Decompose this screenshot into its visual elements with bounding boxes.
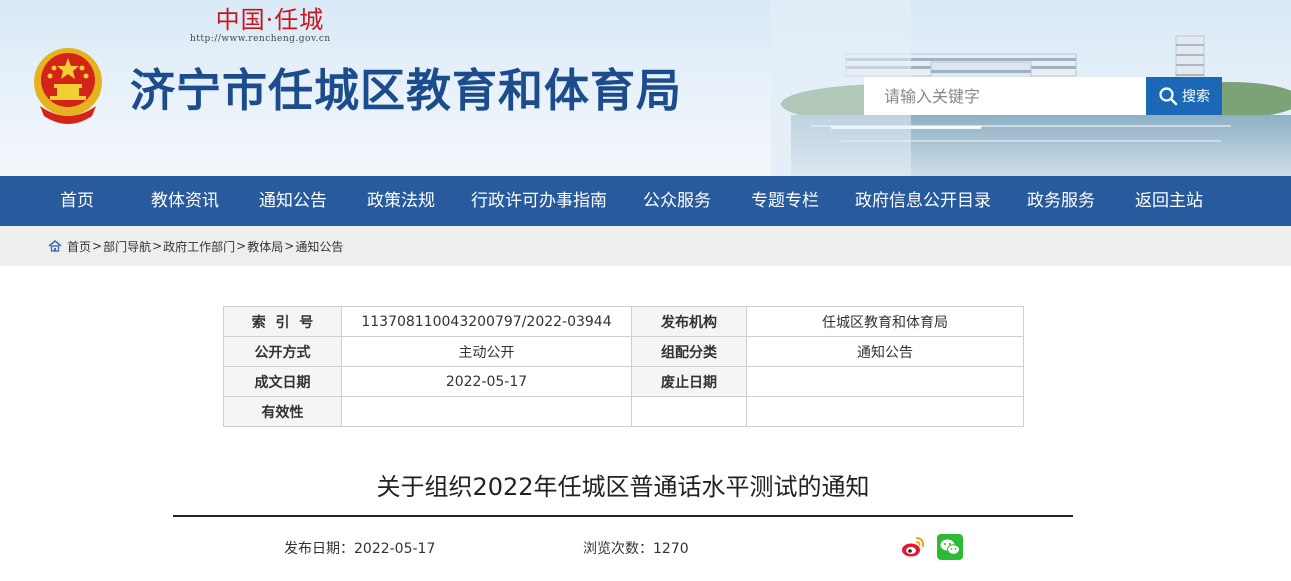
document-meta-table: 索 引 号 113708110043200797/2022-03944 发布机构… (223, 306, 1024, 427)
publish-date: 发布日期：2022-05-17 (284, 541, 436, 557)
nav-item-gov-services[interactable]: 政务服务 (1027, 176, 1095, 226)
search-button[interactable]: 搜索 (1146, 77, 1222, 115)
meta-value-expiry-date (746, 366, 1024, 397)
wechat-icon[interactable] (937, 534, 963, 560)
meta-value-publisher: 任城区教育和体育局 (746, 306, 1024, 337)
site-brand[interactable]: 中国·任城 http://www.rencheng.gov.cn (190, 0, 360, 48)
table-row: 有效性 (223, 396, 1024, 427)
nav-item-notices[interactable]: 通知公告 (259, 176, 327, 226)
title-divider (173, 515, 1073, 517)
nav-item-licensing-guide[interactable]: 行政许可办事指南 (471, 176, 607, 226)
view-count: 浏览次数：1270 (583, 541, 689, 557)
meta-value-category: 通知公告 (746, 336, 1024, 367)
breadcrumb-separator: > (152, 239, 163, 253)
nav-item-special-topics[interactable]: 专题专栏 (751, 176, 819, 226)
meta-empty-cell (746, 396, 1024, 427)
weibo-icon[interactable] (900, 534, 926, 560)
site-title: 济宁市任城区教育和体育局 (130, 64, 683, 117)
search-icon (1159, 87, 1178, 106)
breadcrumb-bar: 首页 > 部门导航 > 政府工作部门 > 教体局 > 通知公告 (0, 226, 1291, 266)
table-row: 公开方式 主动公开 组配分类 通知公告 (223, 336, 1024, 367)
nav-item-policies[interactable]: 政策法规 (367, 176, 435, 226)
meta-value-validity (341, 396, 632, 427)
breadcrumb-education-bureau[interactable]: 教体局 (247, 238, 283, 255)
breadcrumb-notices[interactable]: 通知公告 (295, 238, 343, 255)
meta-value-index-number: 113708110043200797/2022-03944 (341, 306, 632, 337)
meta-label-publisher: 发布机构 (631, 306, 747, 337)
breadcrumb: 首页 > 部门导航 > 政府工作部门 > 教体局 > 通知公告 (48, 226, 343, 266)
meta-label-disclosure-mode: 公开方式 (223, 336, 342, 367)
main-nav: 首页 教体资讯 通知公告 政策法规 行政许可办事指南 公众服务 专题专栏 政府信… (0, 176, 1291, 226)
breadcrumb-separator: > (92, 239, 103, 253)
breadcrumb-separator: > (284, 239, 295, 253)
meta-value-written-date: 2022-05-17 (341, 366, 632, 397)
header-banner: 中国·任城 http://www.rencheng.gov.cn 济宁市任城区教… (0, 0, 1291, 176)
breadcrumb-department-nav[interactable]: 部门导航 (103, 238, 151, 255)
nav-item-back-to-main-site[interactable]: 返回主站 (1135, 176, 1203, 226)
nav-item-home[interactable]: 首页 (60, 176, 94, 226)
site-brand-logo-text: 中国·任城 (215, 6, 325, 34)
breadcrumb-separator: > (236, 239, 247, 253)
home-icon (48, 239, 62, 252)
site-url: http://www.rencheng.gov.cn (190, 34, 331, 44)
nav-item-info-disclosure[interactable]: 政府信息公开目录 (855, 176, 991, 226)
meta-label-index-number: 索 引 号 (223, 306, 342, 337)
national-emblem-icon (34, 48, 102, 124)
breadcrumb-home[interactable]: 首页 (67, 238, 91, 255)
search-input[interactable] (864, 77, 1146, 115)
meta-label-category: 组配分类 (631, 336, 747, 367)
article-title: 关于组织2022年任城区普通话水平测试的通知 (376, 473, 870, 501)
breadcrumb-gov-departments[interactable]: 政府工作部门 (163, 238, 235, 255)
table-row: 索 引 号 113708110043200797/2022-03944 发布机构… (223, 306, 1024, 337)
nav-item-public-services[interactable]: 公众服务 (643, 176, 711, 226)
meta-label-expiry-date: 废止日期 (631, 366, 747, 397)
meta-label-validity: 有效性 (223, 396, 342, 427)
search-button-label: 搜索 (1182, 89, 1210, 105)
meta-value-disclosure-mode: 主动公开 (341, 336, 632, 367)
table-row: 成文日期 2022-05-17 废止日期 (223, 366, 1024, 397)
nav-item-education-news[interactable]: 教体资讯 (151, 176, 219, 226)
meta-label-written-date: 成文日期 (223, 366, 342, 397)
meta-empty-cell (631, 396, 747, 427)
